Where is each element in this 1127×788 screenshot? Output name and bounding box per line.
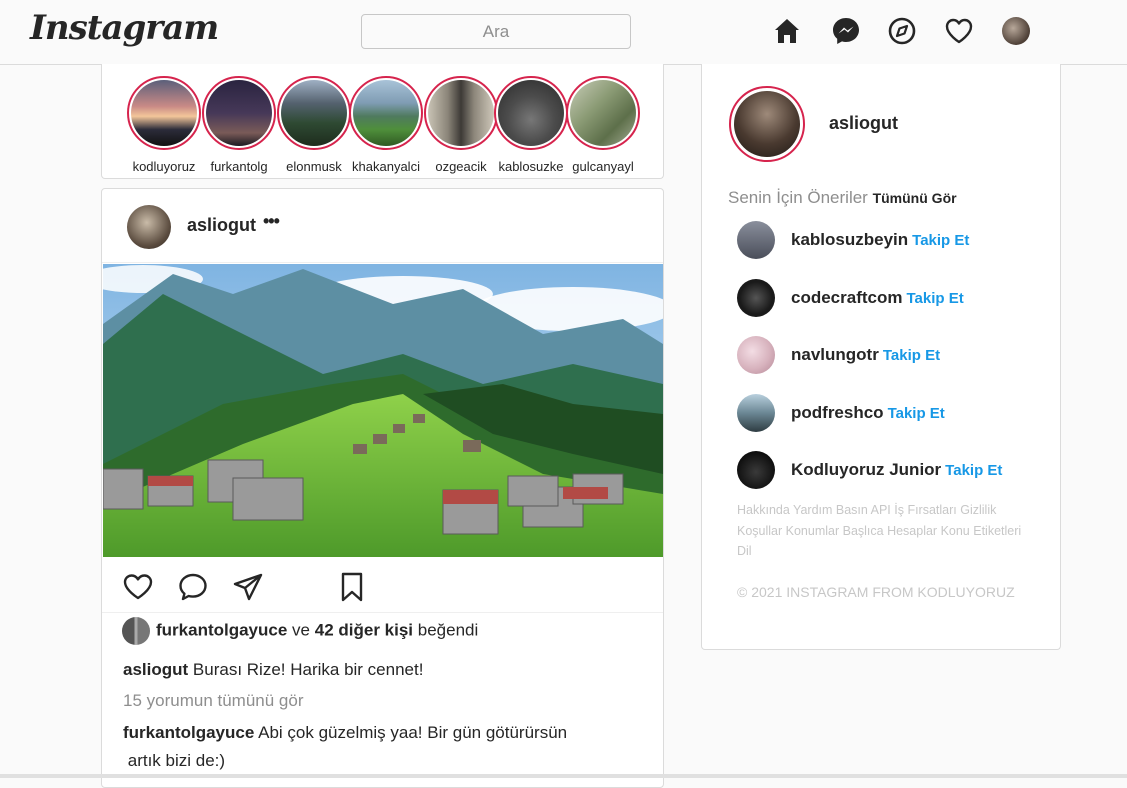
bookmark-icon[interactable]	[336, 571, 368, 603]
comment-icon[interactable]	[177, 571, 209, 603]
copyright-text: © 2021 INSTAGRAM FROM KODLUYORUZ	[737, 584, 1015, 600]
story-avatar	[353, 80, 419, 146]
post-caption: asliogut Burası Rize! Harika bir cennet!	[123, 660, 423, 680]
post-author-avatar[interactable]	[127, 205, 171, 249]
suggestions-header: Senin İçin Öneriler Tümünü Gör	[728, 188, 957, 208]
feed-post: asliogut ••• furkantolgayuce ve 42 diğer…	[101, 188, 664, 788]
home-icon[interactable]	[772, 16, 802, 46]
likes-connector: ve	[292, 620, 311, 640]
follow-button[interactable]: Takip Et	[888, 405, 945, 422]
my-username[interactable]: asliogut	[829, 113, 898, 134]
liker-avatar[interactable]	[122, 617, 150, 645]
profile-avatar[interactable]	[1002, 17, 1030, 45]
story-username: khakanyalci	[352, 159, 420, 174]
story-username: furkantolg	[210, 159, 268, 174]
instagram-logo[interactable]: Instagram	[30, 8, 219, 48]
suggestion-username[interactable]: codecraftcom	[791, 288, 902, 307]
caption-text: Burası Rize! Harika bir cennet!	[192, 660, 424, 679]
story-item[interactable]: khakanyalci	[349, 76, 423, 174]
post-image[interactable]	[103, 264, 663, 557]
story-username: kodluyoruz	[132, 159, 196, 174]
story-item[interactable]: furkantolg	[202, 76, 276, 174]
follow-button[interactable]: Takip Et	[945, 462, 1002, 479]
search-input[interactable]: Ara	[361, 14, 631, 49]
sidebar: asliogut Senin İçin Öneriler Tümünü Gör …	[701, 64, 1061, 650]
follow-button[interactable]: Takip Et	[906, 290, 963, 307]
post-actions	[102, 563, 663, 613]
likes-suffix: beğendi	[417, 620, 479, 640]
suggestion-avatar[interactable]	[737, 221, 775, 259]
story-username: kablosuzke	[498, 159, 564, 174]
see-all-link[interactable]: Tümünü Gör	[873, 190, 957, 206]
story-avatar	[131, 80, 197, 146]
horizontal-scrollbar[interactable]	[0, 774, 1127, 778]
messenger-icon[interactable]	[831, 16, 861, 46]
suggestion-avatar[interactable]	[737, 451, 775, 489]
comment-text-line2: artık bizi de:)	[127, 751, 226, 770]
story-avatar	[206, 80, 272, 146]
suggestion-username[interactable]: podfreshco	[791, 403, 884, 422]
suggestions-title: Senin İçin Öneriler	[728, 188, 868, 207]
story-username: gulcanyayl	[572, 159, 634, 174]
mountain-landscape-image	[103, 264, 663, 557]
suggestion-avatar[interactable]	[737, 394, 775, 432]
comment: furkantolgayuce Abi çok güzelmiş yaa! Bi…	[123, 719, 643, 775]
story-avatar	[570, 80, 636, 146]
stories-bar: kodluyoruz furkantolg elonmusk khakanyal…	[101, 64, 664, 179]
suggestion-username[interactable]: Kodluyoruz Junior	[791, 460, 941, 479]
post-author-username[interactable]: asliogut	[187, 215, 256, 236]
comment-text-line1: Abi çok güzelmiş yaa! Bir gün götürürsün	[258, 723, 568, 742]
suggestion-avatar[interactable]	[737, 279, 775, 317]
explore-icon[interactable]	[887, 16, 917, 46]
story-avatar	[498, 80, 564, 146]
story-avatar	[281, 80, 347, 146]
story-avatar	[428, 80, 494, 146]
footer-links[interactable]: Hakkında Yardım Basın API İş Fırsatları …	[737, 500, 1027, 562]
story-username: ozgeacik	[435, 159, 487, 174]
likes-summary: furkantolgayuce ve 42 diğer kişi beğendi	[122, 617, 478, 645]
suggestion-avatar[interactable]	[737, 336, 775, 374]
story-item[interactable]: kodluyoruz	[127, 76, 201, 174]
heart-icon[interactable]	[944, 16, 974, 46]
story-item[interactable]: elonmusk	[277, 76, 351, 174]
story-username: elonmusk	[286, 159, 342, 174]
my-profile-avatar[interactable]	[729, 86, 805, 162]
more-options-icon[interactable]: •••	[263, 211, 280, 232]
top-navbar: Instagram Ara	[0, 0, 1127, 65]
story-item[interactable]: kablosuzke	[494, 76, 568, 174]
liker-username[interactable]: furkantolgayuce	[156, 620, 287, 639]
suggestion-username[interactable]: navlungotr	[791, 345, 879, 364]
story-item[interactable]: ozgeacik	[424, 76, 498, 174]
likes-count[interactable]: 42 diğer kişi	[315, 620, 413, 639]
comment-username[interactable]: furkantolgayuce	[123, 723, 254, 742]
share-icon[interactable]	[232, 571, 264, 603]
view-all-comments-link[interactable]: 15 yorumun tümünü gör	[123, 691, 304, 711]
caption-username[interactable]: asliogut	[123, 660, 188, 679]
story-item[interactable]: gulcanyayl	[566, 76, 640, 174]
follow-button[interactable]: Takip Et	[883, 347, 940, 364]
post-header: asliogut •••	[102, 189, 663, 263]
suggestion-username[interactable]: kablosuzbeyin	[791, 230, 908, 249]
follow-button[interactable]: Takip Et	[912, 232, 969, 249]
like-icon[interactable]	[122, 571, 154, 603]
